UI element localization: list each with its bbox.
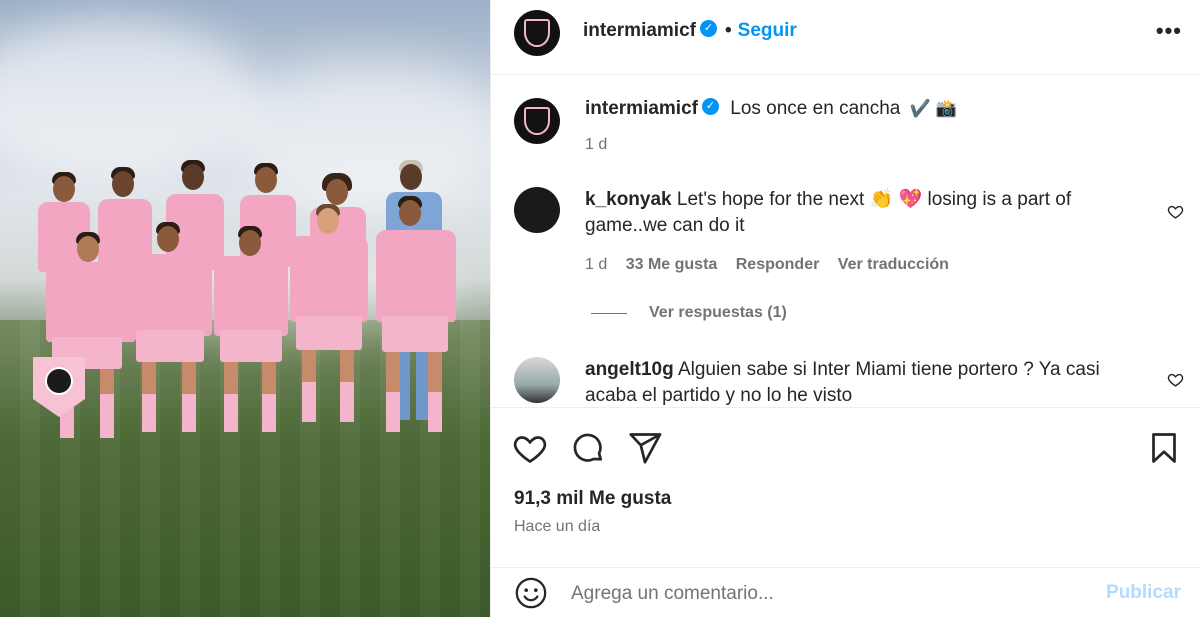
commenter-username[interactable]: angelt10g: [585, 359, 674, 380]
comment-like-heart-icon[interactable]: [1167, 371, 1184, 388]
verified-badge-icon: ✓: [699, 20, 717, 38]
comment-likes[interactable]: 33 Me gusta: [626, 256, 718, 273]
comment-time[interactable]: 1 d: [585, 256, 607, 273]
comment-input[interactable]: [571, 580, 1071, 608]
author-line: intermiamicf ✓ • Seguir: [583, 20, 797, 42]
post-image[interactable]: [0, 0, 490, 617]
commenter-username[interactable]: k_konyak: [585, 189, 672, 210]
comment-like-heart-icon[interactable]: [1167, 203, 1184, 220]
caption-text: intermiamicf ✓ Los once en cancha ✔️ 📸: [585, 96, 957, 122]
view-replies-label: Ver respuestas (1): [649, 304, 787, 321]
post-panel: intermiamicf ✓ • Seguir ••• intermiamicf ✓ L…: [490, 0, 1200, 617]
separator-dot: •: [724, 20, 732, 41]
caption-time[interactable]: 1 d: [585, 136, 607, 154]
comment-meta: 1 d 33 Me gusta Responder Ver traducción: [585, 256, 963, 274]
reply-button[interactable]: Responder: [736, 256, 820, 273]
replies-line: [591, 312, 627, 314]
caption-emoji: ✔️ 📸: [909, 99, 957, 118]
view-replies-button[interactable]: Ver respuestas (1): [591, 304, 787, 322]
share-send-icon[interactable]: [627, 430, 663, 466]
emoji-smiley-icon[interactable]: [514, 576, 548, 610]
author-username[interactable]: intermiamicf: [583, 20, 696, 41]
verified-badge-icon: ✓: [701, 98, 719, 116]
fog: [0, 20, 260, 180]
club-crest-icon: [45, 367, 73, 395]
post-actions: 91,3 mil Me gusta Hace un día: [491, 407, 1200, 567]
caption-body: Los once en cancha: [730, 98, 901, 119]
post-header: intermiamicf ✓ • Seguir •••: [491, 0, 1200, 75]
publish-button[interactable]: Publicar: [1106, 582, 1181, 604]
author-avatar[interactable]: [514, 10, 560, 56]
caption-avatar[interactable]: [514, 98, 560, 144]
comment-bubble-icon[interactable]: [570, 430, 606, 466]
like-heart-icon[interactable]: [512, 430, 548, 466]
comment-text-block: k_konyak Let's hope for the next 👏 💖 los…: [585, 187, 1115, 239]
comments-list[interactable]: intermiamicf ✓ Los once en cancha ✔️ 📸 1 …: [491, 76, 1200, 407]
comment-text-block: angelt10g Alguien sabe si Inter Miami ti…: [585, 357, 1115, 407]
commenter-avatar[interactable]: [514, 187, 560, 233]
likes-count[interactable]: 91,3 mil Me gusta: [514, 488, 671, 510]
post-date[interactable]: Hace un día: [514, 518, 600, 536]
more-options-icon[interactable]: •••: [1156, 20, 1182, 42]
translate-button[interactable]: Ver traducción: [838, 256, 949, 273]
caption-username[interactable]: intermiamicf: [585, 98, 698, 119]
add-comment-bar: Publicar: [491, 567, 1200, 617]
commenter-avatar[interactable]: [514, 357, 560, 403]
follow-button[interactable]: Seguir: [738, 20, 797, 41]
save-bookmark-icon[interactable]: [1146, 430, 1182, 466]
